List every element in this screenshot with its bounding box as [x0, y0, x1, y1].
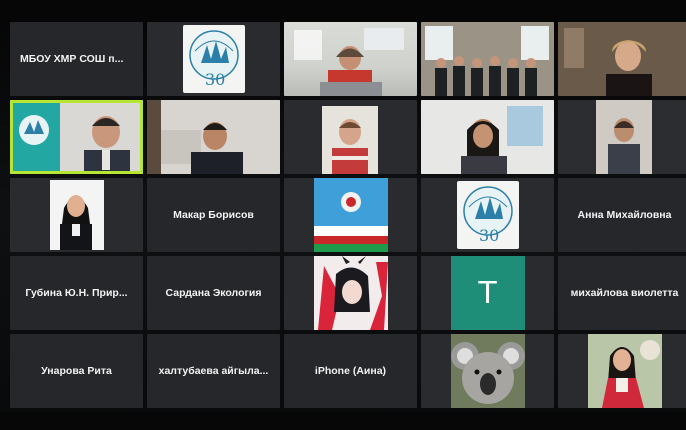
- participant-tile-gubina[interactable]: Губина Ю.Н. Прир...: [10, 256, 143, 330]
- participant-tile-flag[interactable]: [284, 178, 417, 252]
- video-feed: [10, 100, 143, 174]
- participant-tile-initial[interactable]: T: [421, 256, 554, 330]
- participant-tile-logo-2[interactable]: 30: [421, 178, 554, 252]
- video-feed: [596, 100, 652, 174]
- participant-avatar-koala[interactable]: [421, 334, 554, 408]
- video-feed: [421, 22, 554, 96]
- video-feed: [558, 22, 686, 96]
- video-conference-screen: МБОУ ХМР СОШ п... 30 Макар Борисов 30 Ан…: [0, 0, 686, 430]
- northern-forum-logo: 30: [182, 25, 245, 93]
- participant-tile-khaltubaeva[interactable]: халтубаева айгыла...: [147, 334, 280, 408]
- svg-text:30: 30: [205, 70, 225, 89]
- koala-avatar-image: [451, 334, 525, 408]
- participant-tile-mbou[interactable]: МБОУ ХМР СОШ п...: [10, 22, 143, 96]
- participant-tile-unarova[interactable]: Унарова Рита: [10, 334, 143, 408]
- participant-name: Макар Борисов: [173, 209, 254, 221]
- video-feed: [421, 100, 554, 174]
- participant-video-4[interactable]: [421, 22, 554, 96]
- participant-photo-25[interactable]: [558, 334, 686, 408]
- participant-video-8[interactable]: [284, 100, 417, 174]
- northern-forum-logo: 30: [456, 181, 519, 249]
- participant-video-3[interactable]: [284, 22, 417, 96]
- participant-tile-anna[interactable]: Анна Михайловна: [558, 178, 686, 252]
- participant-video-7[interactable]: [147, 100, 280, 174]
- video-feed: [588, 334, 662, 408]
- participant-photo-11[interactable]: [10, 178, 143, 252]
- participant-tile-iphone[interactable]: iPhone (Аина): [284, 334, 417, 408]
- participant-name: михайлова виолетта: [570, 287, 679, 299]
- video-feed: [50, 180, 104, 250]
- participant-video-9[interactable]: [421, 100, 554, 174]
- anime-avatar-image: [314, 256, 388, 330]
- northern-forum-logo-icon: 30: [188, 30, 239, 89]
- participant-grid: МБОУ ХМР СОШ п... 30 Макар Борисов 30 Ан…: [10, 22, 686, 410]
- participant-tile-makar[interactable]: Макар Борисов: [147, 178, 280, 252]
- svg-text:30: 30: [479, 226, 499, 245]
- participant-tile-sardana[interactable]: Сардана Экология: [147, 256, 280, 330]
- video-feed: [322, 106, 378, 174]
- participant-tile-mikhailova[interactable]: михайлова виолетта: [558, 256, 686, 330]
- video-feed: [294, 28, 404, 96]
- participant-name: Сардана Экология: [165, 287, 262, 299]
- participant-avatar-anime[interactable]: [284, 256, 417, 330]
- participant-name: iPhone (Аина): [314, 365, 387, 377]
- participant-video-10[interactable]: [558, 100, 686, 174]
- participant-video-5[interactable]: [558, 22, 686, 96]
- northern-forum-logo-icon: 30: [462, 186, 513, 245]
- participant-name: Унарова Рита: [41, 365, 112, 377]
- bottom-bar: [0, 412, 686, 430]
- video-feed: [147, 100, 280, 174]
- participant-video-active-speaker[interactable]: [10, 100, 143, 174]
- participant-tile-logo-1[interactable]: 30: [147, 22, 280, 96]
- participant-name: халтубаева айгыла...: [158, 365, 269, 377]
- participant-name: МБОУ ХМР СОШ п...: [20, 53, 124, 65]
- participant-name: Анна Михайловна: [577, 209, 672, 221]
- initial-avatar: T: [450, 256, 525, 330]
- participant-name: Губина Ю.Н. Прир...: [25, 287, 128, 299]
- flag-image: [314, 178, 388, 252]
